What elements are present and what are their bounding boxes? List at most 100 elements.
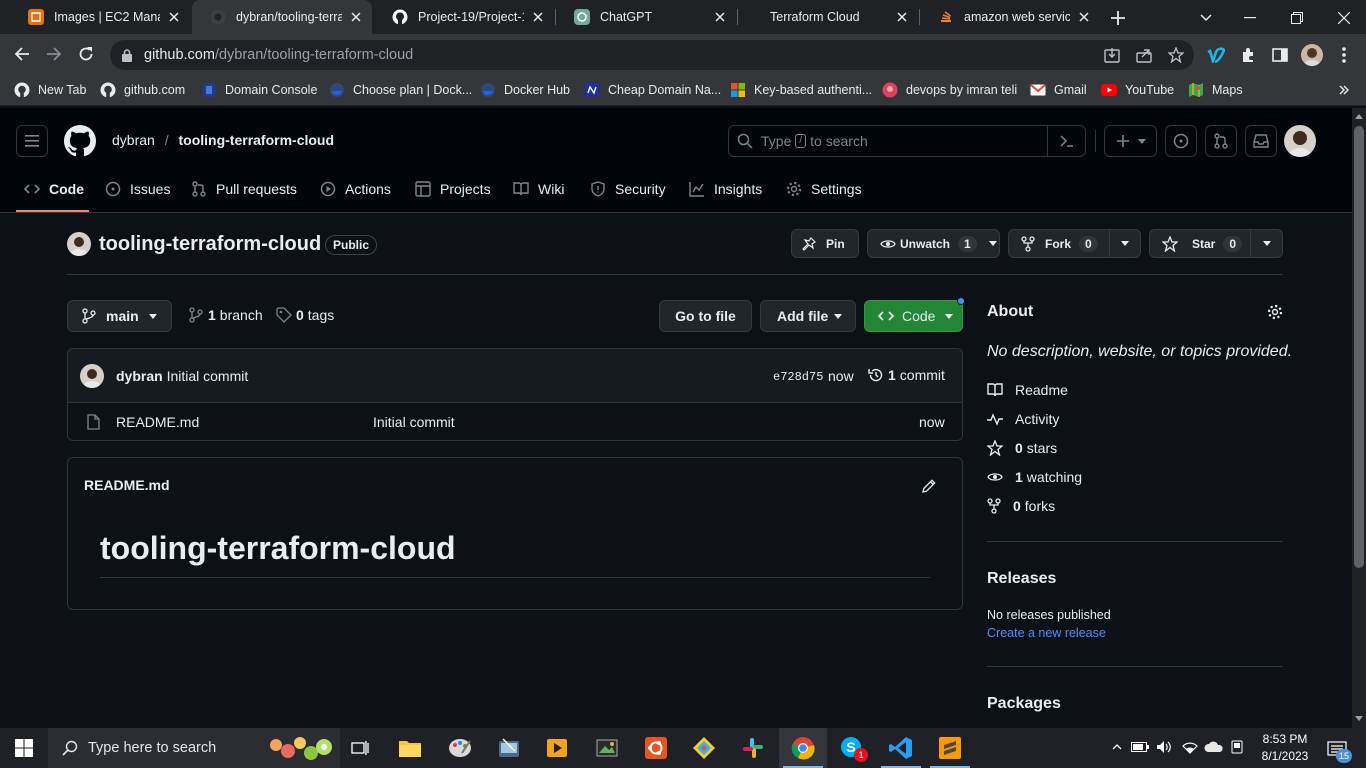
tab-issues[interactable]: Issues (105, 178, 170, 200)
close-icon[interactable] (166, 9, 182, 25)
about-stars-link[interactable]: 0 stars (987, 440, 1057, 456)
edit-pencil-icon[interactable] (920, 477, 938, 495)
bookmark-key-auth[interactable]: Key-based authenti... (730, 80, 872, 100)
tab-wiki[interactable]: Wiki (513, 178, 564, 200)
readme-filename[interactable]: README.md (84, 477, 170, 493)
taskbar-paint[interactable] (436, 728, 484, 768)
more-bookmarks-chevron-icon[interactable] (1334, 80, 1354, 100)
bookmark-cheap-domain[interactable]: Cheap Domain Na... (584, 80, 721, 100)
browser-tab-ec2[interactable]: Images | EC2 Manager (10, 0, 190, 34)
tab-pull-requests[interactable]: Pull requests (191, 178, 297, 200)
taskbar-file-explorer[interactable] (386, 728, 434, 768)
tab-actions[interactable]: Actions (320, 178, 391, 200)
tab-insights[interactable]: Insights (689, 178, 762, 200)
close-icon[interactable] (530, 9, 546, 25)
volume-icon[interactable] (1155, 740, 1173, 754)
code-button[interactable]: Code (864, 300, 963, 332)
taskbar-snipping[interactable] (485, 728, 533, 768)
new-tab-icon[interactable] (1108, 8, 1128, 28)
close-icon[interactable] (712, 9, 728, 25)
fork-button[interactable]: Fork 0 (1008, 229, 1141, 258)
owner-link[interactable]: dybran (112, 132, 155, 148)
browser-tab-aws-search[interactable]: amazon web services (920, 0, 1100, 34)
hamburger-menu-button[interactable] (16, 125, 48, 157)
taskbar-ubuntu[interactable] (632, 728, 680, 768)
packages-title[interactable]: Packages (987, 695, 1061, 713)
taskbar-skype[interactable]: S 1 (828, 728, 876, 768)
wifi-icon[interactable] (1181, 740, 1199, 754)
notification-center-icon[interactable]: 15 (1322, 736, 1352, 763)
about-activity-link[interactable]: Activity (987, 411, 1059, 427)
github-search-input[interactable]: Type / to search (728, 125, 1086, 157)
tab-code[interactable]: Code (24, 178, 84, 200)
taskbar-search-box[interactable]: Type here to search (48, 728, 340, 768)
weather-cloud-icon[interactable] (1204, 740, 1224, 754)
page-scrollbar[interactable] (1352, 108, 1366, 728)
bookmark-domain-console[interactable]: Domain Console (201, 80, 317, 100)
close-icon[interactable] (894, 9, 910, 25)
start-button[interactable] (0, 728, 48, 768)
install-app-icon[interactable] (1102, 46, 1122, 64)
scroll-up-arrow-icon[interactable] (1355, 114, 1363, 119)
back-icon[interactable] (12, 44, 32, 64)
battery-icon[interactable] (1131, 740, 1149, 754)
bookmark-docker-plan[interactable]: Choose plan | Dock... (329, 80, 472, 100)
user-avatar[interactable] (1284, 125, 1316, 157)
browser-tab-chatgpt[interactable]: ChatGPT (556, 0, 736, 34)
taskbar-chrome[interactable] (779, 728, 827, 768)
unwatch-button[interactable]: Unwatch 1 (867, 229, 1000, 258)
releases-title[interactable]: Releases (987, 570, 1056, 588)
tab-projects[interactable]: Projects (415, 178, 491, 200)
branches-link[interactable]: 1 branch (189, 307, 263, 323)
browser-tab-github-repo[interactable]: dybran/tooling-terraform (192, 0, 372, 34)
browser-tab-terraform[interactable]: Terraform Cloud (738, 0, 918, 34)
reload-icon[interactable] (76, 44, 96, 64)
about-forks-link[interactable]: 0 forks (987, 498, 1055, 514)
create-release-link[interactable]: Create a new release (987, 626, 1106, 640)
side-panel-icon[interactable] (1270, 46, 1290, 64)
chevron-down-icon[interactable] (1263, 241, 1271, 246)
bookmark-docker-hub[interactable]: Docker Hub (480, 80, 570, 100)
github-logo-icon[interactable] (64, 125, 96, 157)
address-bar[interactable]: github.com/dybran/tooling-terraform-clou… (110, 40, 1194, 70)
browser-tab-project[interactable]: Project-19/Project-19. (374, 0, 554, 34)
gear-icon[interactable] (1266, 303, 1284, 321)
extensions-puzzle-icon[interactable] (1238, 46, 1258, 64)
bookmark-gmail[interactable]: Gmail (1030, 80, 1087, 100)
restore-icon[interactable] (1287, 8, 1307, 28)
command-palette-icon[interactable] (1047, 126, 1085, 156)
commit-author[interactable]: dybran (116, 368, 163, 384)
close-window-icon[interactable] (1334, 8, 1354, 28)
close-icon[interactable] (348, 9, 364, 25)
task-view-button[interactable] (336, 728, 384, 768)
go-to-file-button[interactable]: Go to file (659, 300, 752, 332)
taskbar-slack[interactable] (729, 728, 777, 768)
about-watching-link[interactable]: 1 watching (987, 469, 1082, 485)
close-icon[interactable] (1076, 9, 1092, 25)
forward-icon[interactable] (44, 44, 64, 64)
taskbar-app-diamond[interactable] (680, 728, 728, 768)
taskbar-clock[interactable]: 8:53 PM 8/1/2023 (1253, 731, 1317, 765)
bookmark-github[interactable]: github.com (100, 80, 185, 100)
branch-selector[interactable]: main (67, 300, 172, 332)
file-commit-message[interactable]: Initial commit (373, 414, 455, 430)
repo-link[interactable]: tooling-terraform-cloud (178, 132, 334, 148)
create-new-button[interactable] (1104, 125, 1157, 157)
commit-history-link[interactable]: 1 commit (868, 367, 945, 383)
bookmark-star-icon[interactable] (1166, 46, 1186, 64)
add-file-button[interactable]: Add file (760, 300, 856, 332)
bookmark-youtube[interactable]: YouTube (1101, 80, 1174, 100)
taskbar-photos[interactable] (583, 728, 631, 768)
show-hidden-icons-chevron-icon[interactable] (1110, 740, 1124, 754)
inbox-button[interactable] (1245, 125, 1277, 157)
file-name-link[interactable]: README.md (116, 414, 199, 430)
bookmark-new-tab[interactable]: New Tab (14, 80, 86, 100)
issues-button[interactable] (1165, 125, 1197, 157)
chevron-down-icon[interactable] (1121, 241, 1129, 246)
tab-security[interactable]: Security (590, 178, 666, 200)
taskbar-sublime[interactable] (926, 728, 974, 768)
scroll-down-arrow-icon[interactable] (1355, 716, 1363, 721)
tab-search-chevron-icon[interactable] (1196, 8, 1216, 28)
pin-button[interactable]: Pin (791, 229, 859, 258)
tab-settings[interactable]: Settings (786, 178, 862, 200)
